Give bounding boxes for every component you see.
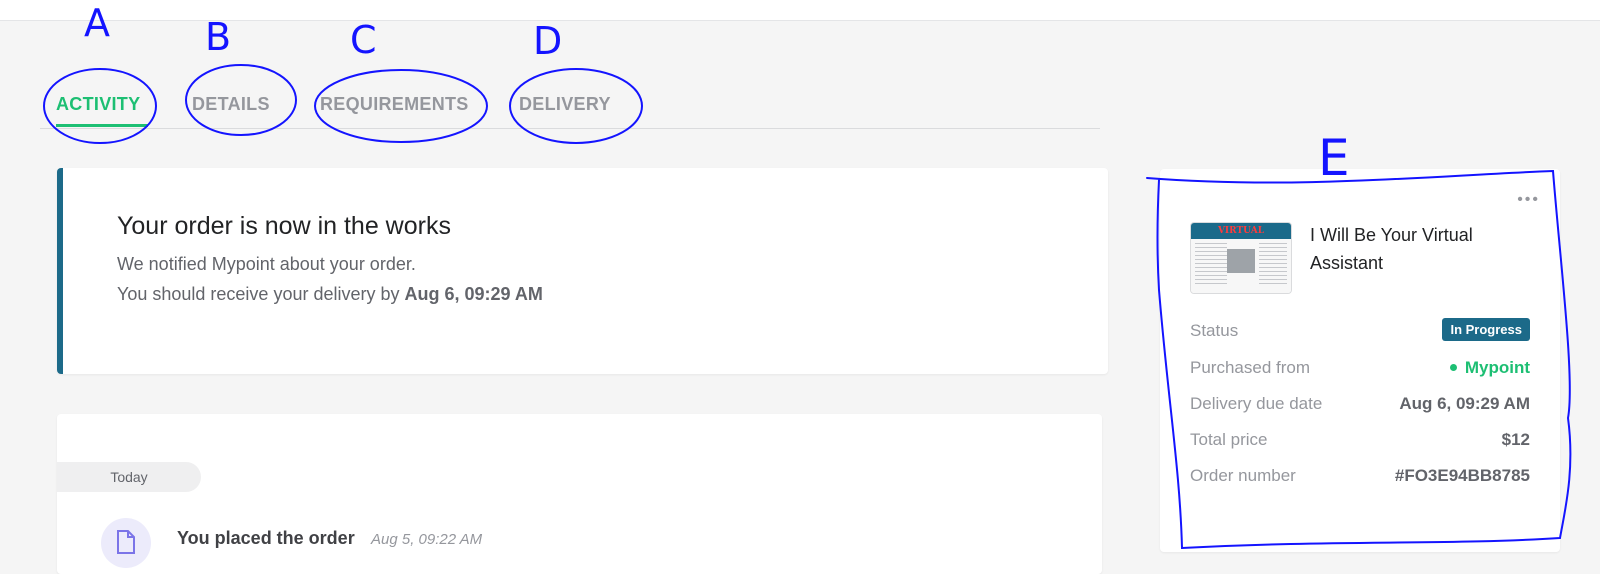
- order-status-card: Your order is now in the works We notifi…: [57, 168, 1108, 374]
- purchased-from-label: Purchased from: [1190, 358, 1310, 377]
- total-price-row: Total price $12: [1190, 430, 1530, 454]
- tab-requirements[interactable]: REQUIREMENTS: [320, 94, 469, 115]
- thumbnail-banner: VIRTUAL ASSISTANCE: [1191, 223, 1291, 252]
- top-bar: [0, 0, 1600, 21]
- due-date-label: Delivery due date: [1190, 394, 1323, 413]
- annotation-letter-b: B: [205, 15, 231, 59]
- status-badge: In Progress: [1442, 318, 1530, 341]
- order-number-value: #FO3E94BB8785: [1394, 466, 1530, 485]
- online-dot-icon: [1449, 364, 1457, 372]
- seller-link[interactable]: Mypoint: [1449, 358, 1530, 378]
- due-date-value: Aug 6, 09:29 AM: [1399, 394, 1530, 413]
- gig-title[interactable]: I Will Be Your Virtual Assistant: [1310, 221, 1540, 277]
- total-price-label: Total price: [1190, 430, 1268, 449]
- day-label: Today: [57, 462, 201, 492]
- document-icon: [101, 518, 151, 568]
- order-number-label: Order number: [1190, 466, 1296, 485]
- annotation-letter-c: C: [350, 18, 377, 62]
- event-label: You placed the order: [177, 528, 355, 548]
- order-number-row: Order number #FO3E94BB8785: [1190, 466, 1530, 490]
- more-options-icon[interactable]: •••: [1517, 191, 1540, 209]
- status-row: Status In Progress: [1190, 318, 1530, 345]
- tab-details[interactable]: DETAILS: [192, 94, 270, 115]
- status-label: Status: [1190, 321, 1239, 340]
- annotation-letter-d: D: [533, 19, 562, 63]
- delivery-text-prefix: You should receive your delivery by: [117, 284, 405, 304]
- order-delivery-text: You should receive your delivery by Aug …: [117, 284, 543, 305]
- event-time: Aug 5, 09:22 AM: [371, 531, 483, 548]
- purchased-from-row: Purchased from Mypoint: [1190, 358, 1530, 382]
- due-date-row: Delivery due date Aug 6, 09:29 AM: [1190, 394, 1530, 418]
- order-notified-text: We notified Mypoint about your order.: [117, 254, 416, 274]
- total-price-value: $12: [1501, 430, 1530, 449]
- thumbnail-body: [1191, 239, 1291, 293]
- order-tabs: ACTIVITY DETAILS REQUIREMENTS DELIVERY: [40, 80, 1100, 129]
- seller-name[interactable]: Mypoint: [1465, 358, 1530, 377]
- active-tab-indicator: [56, 124, 148, 127]
- delivery-date: Aug 6, 09:29 AM: [404, 284, 543, 304]
- activity-timeline-card: Today You placed the order Aug 5, 09:22 …: [57, 414, 1102, 574]
- tab-delivery[interactable]: DELIVERY: [519, 94, 611, 115]
- order-summary-card: ••• VIRTUAL ASSISTANCE I Will Be Your Vi…: [1160, 169, 1560, 552]
- order-status-title: Your order is now in the works: [117, 212, 451, 240]
- gig-thumbnail[interactable]: VIRTUAL ASSISTANCE: [1190, 222, 1292, 294]
- tab-activity[interactable]: ACTIVITY: [56, 94, 140, 115]
